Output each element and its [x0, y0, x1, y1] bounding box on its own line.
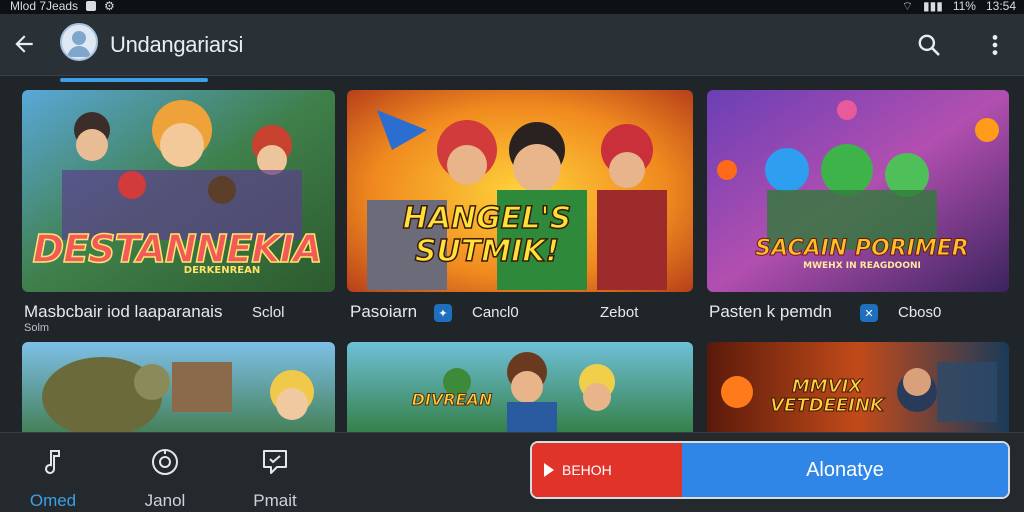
game-title: Pasten k pemdn [709, 302, 832, 321]
play-circle-icon [152, 449, 178, 475]
app-bar: Undangariarsi [0, 14, 1024, 76]
game-card[interactable]: HANGEL'S SUTMIK! [347, 90, 693, 292]
play-arrow-icon [544, 463, 554, 477]
nav-item-pmait[interactable]: Pmait [230, 445, 320, 511]
wifi-icon: ⌔ [901, 0, 914, 13]
nav-item-omed[interactable]: Omed [8, 445, 98, 511]
chat-bubble-icon [263, 450, 287, 474]
game-card[interactable] [22, 342, 335, 432]
verified-badge-icon: ✦ [434, 304, 452, 322]
music-note-icon [45, 450, 60, 474]
clock: 13:54 [985, 0, 1016, 13]
signal-icon: ▮▮▮ [923, 0, 943, 13]
more-options-button[interactable] [978, 28, 1012, 62]
game-card[interactable]: SACAIN PORIMER MWEHX IN REAGDOONI [707, 90, 1009, 292]
game-logo-text: DIVREAN [411, 390, 493, 409]
nav-label: Omed [29, 491, 77, 510]
status-left-text: Mlod 7Jeads [10, 0, 79, 13]
notification-icon: ⚙ [104, 0, 115, 13]
nav-label: Pmait [253, 491, 297, 510]
alonatye-button[interactable]: Alonatye [682, 443, 1008, 497]
game-logo-text: DESTANNEKIA [32, 227, 323, 271]
page-title: Undangariarsi [110, 32, 244, 57]
game-logo-subtext: MWEHX IN REAGDOONI [803, 261, 921, 271]
battery-text: 11% [952, 0, 976, 13]
game-meta: Cancl0 [472, 304, 519, 321]
back-button[interactable] [8, 28, 40, 60]
search-button[interactable] [912, 28, 946, 62]
more-vertical-icon [992, 35, 998, 55]
game-card[interactable]: MMVIX VETDEEINK [707, 342, 1009, 432]
status-bar: Mlod 7Jeads ⚙ ⌔ ▮▮▮ 11% 13:54 [0, 0, 1024, 14]
avatar[interactable] [60, 23, 98, 61]
nav-item-janol[interactable]: Janol [120, 445, 210, 511]
tab-indicator [60, 78, 208, 82]
game-meta-small: Solm [24, 322, 50, 334]
game-thumbnail [347, 342, 693, 432]
game-logo-subtext: DERKENREAN [183, 265, 261, 276]
game-card[interactable]: DESTANNEKIA DERKENREAN [22, 90, 335, 292]
search-icon [918, 34, 940, 56]
game-logo-text: HANGEL'S SUTMIK! [402, 201, 572, 269]
game-meta: Sclol [252, 304, 285, 321]
game-thumbnail [22, 342, 335, 432]
game-card[interactable]: DIVREAN [347, 342, 693, 432]
behoh-label: BEHOH [562, 462, 612, 478]
game-meta: Zebot [600, 304, 639, 321]
action-split-button: BEHOH Alonatye [530, 441, 1010, 499]
game-title: Pasoiarn [350, 302, 418, 321]
notification-icon [86, 1, 97, 11]
arrow-left-icon [15, 35, 33, 53]
game-logo-text: MMVIX VETDEEINK [770, 376, 885, 416]
game-grid: DESTANNEKIA DERKENREAN Masbcbair iod laa… [0, 88, 1024, 432]
behoh-button[interactable]: BEHOH [532, 443, 682, 497]
game-meta: Cbos0 [898, 304, 942, 321]
alonatye-label: Alonatye [806, 458, 884, 481]
verified-badge-icon: ✕ [860, 304, 878, 322]
game-title: Masbcbair iod laaparanais [24, 302, 223, 321]
game-logo-text: SACAIN PORIMER [755, 236, 969, 261]
nav-label: Janol [144, 491, 186, 510]
